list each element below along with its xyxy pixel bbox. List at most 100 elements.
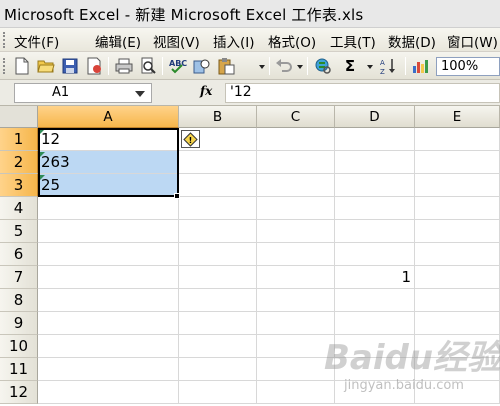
row-header-12[interactable]: 12 xyxy=(0,381,38,404)
cell-c7[interactable] xyxy=(257,266,335,289)
cell-a3[interactable]: 25 xyxy=(38,174,179,197)
cell-a12[interactable] xyxy=(38,381,179,404)
name-box-dropdown-icon[interactable] xyxy=(135,91,145,97)
cell-b2[interactable] xyxy=(179,151,257,174)
menu-view[interactable]: 视图(V) xyxy=(153,31,200,51)
cell-c1[interactable] xyxy=(257,128,335,151)
row-header-8[interactable]: 8 xyxy=(0,289,38,312)
cell-b9[interactable] xyxy=(179,312,257,335)
cell-b6[interactable] xyxy=(179,243,257,266)
cell-b3[interactable] xyxy=(179,174,257,197)
cell-d1[interactable] xyxy=(335,128,415,151)
print-preview-icon[interactable] xyxy=(138,56,158,76)
cell-e9[interactable] xyxy=(415,312,500,335)
cell-e2[interactable] xyxy=(415,151,500,174)
cell-d4[interactable] xyxy=(335,197,415,220)
paste-dropdown-icon[interactable] xyxy=(259,65,265,69)
print-icon[interactable] xyxy=(114,56,134,76)
row-header-9[interactable]: 9 xyxy=(0,312,38,335)
cell-a6[interactable] xyxy=(38,243,179,266)
row-header-5[interactable]: 5 xyxy=(0,220,38,243)
error-check-button[interactable]: ! xyxy=(181,130,200,148)
cell-e6[interactable] xyxy=(415,243,500,266)
cell-d12[interactable] xyxy=(335,381,415,404)
cell-d7[interactable]: 1 xyxy=(335,266,415,289)
column-header-e[interactable]: E xyxy=(415,106,500,128)
spelling-icon[interactable]: ABC xyxy=(168,56,188,76)
column-header-c[interactable]: C xyxy=(257,106,335,128)
cell-c2[interactable] xyxy=(257,151,335,174)
cell-a11[interactable] xyxy=(38,358,179,381)
cell-d11[interactable] xyxy=(335,358,415,381)
cell-a7[interactable] xyxy=(38,266,179,289)
cell-a10[interactable] xyxy=(38,335,179,358)
column-header-d[interactable]: D xyxy=(335,106,415,128)
menu-tools[interactable]: 工具(T) xyxy=(330,31,376,51)
cell-c8[interactable] xyxy=(257,289,335,312)
cell-c11[interactable] xyxy=(257,358,335,381)
autosum-dropdown-icon[interactable] xyxy=(367,65,373,69)
sort-ascending-icon[interactable]: AZ xyxy=(379,56,399,76)
row-header-1[interactable]: 1 xyxy=(0,128,38,151)
fill-handle[interactable] xyxy=(174,193,180,199)
cell-d6[interactable] xyxy=(335,243,415,266)
cell-b8[interactable] xyxy=(179,289,257,312)
undo-dropdown-icon[interactable] xyxy=(297,65,303,69)
cell-e1[interactable] xyxy=(415,128,500,151)
cell-c4[interactable] xyxy=(257,197,335,220)
row-header-2[interactable]: 2 xyxy=(0,151,38,174)
menu-grip-icon[interactable] xyxy=(3,32,7,48)
new-icon[interactable] xyxy=(12,56,32,76)
cell-e8[interactable] xyxy=(415,289,500,312)
cell-b10[interactable] xyxy=(179,335,257,358)
menu-file[interactable]: 文件(F) xyxy=(14,31,59,51)
cell-c5[interactable] xyxy=(257,220,335,243)
cell-a4[interactable] xyxy=(38,197,179,220)
research-icon[interactable] xyxy=(192,56,212,76)
row-header-11[interactable]: 11 xyxy=(0,358,38,381)
cell-e4[interactable] xyxy=(415,197,500,220)
cell-e11[interactable] xyxy=(415,358,500,381)
chart-wizard-icon[interactable] xyxy=(411,56,431,76)
cell-e10[interactable] xyxy=(415,335,500,358)
cell-d8[interactable] xyxy=(335,289,415,312)
autosum-icon[interactable]: Σ xyxy=(340,56,360,76)
menu-insert[interactable]: 插入(I) xyxy=(213,31,255,51)
cell-d3[interactable] xyxy=(335,174,415,197)
save-icon[interactable] xyxy=(60,56,80,76)
open-icon[interactable] xyxy=(36,56,56,76)
row-header-3[interactable]: 3 xyxy=(0,174,38,197)
formula-input[interactable]: '12 xyxy=(225,83,500,103)
cell-d5[interactable] xyxy=(335,220,415,243)
menu-data[interactable]: 数据(D) xyxy=(388,31,436,51)
row-header-7[interactable]: 7 xyxy=(0,266,38,289)
column-header-b[interactable]: B xyxy=(179,106,257,128)
undo-icon[interactable] xyxy=(274,56,294,76)
cell-e12[interactable] xyxy=(415,381,500,404)
cell-c12[interactable] xyxy=(257,381,335,404)
cell-d9[interactable] xyxy=(335,312,415,335)
cell-e7[interactable] xyxy=(415,266,500,289)
cell-b5[interactable] xyxy=(179,220,257,243)
permission-icon[interactable] xyxy=(84,56,104,76)
cell-b7[interactable] xyxy=(179,266,257,289)
cell-a8[interactable] xyxy=(38,289,179,312)
zoom-input[interactable]: 100% xyxy=(436,57,500,76)
row-header-6[interactable]: 6 xyxy=(0,243,38,266)
column-header-a[interactable]: A xyxy=(38,106,179,128)
cell-a1[interactable]: 12 xyxy=(38,128,179,151)
cell-d2[interactable] xyxy=(335,151,415,174)
cell-a9[interactable] xyxy=(38,312,179,335)
cell-a5[interactable] xyxy=(38,220,179,243)
cell-e3[interactable] xyxy=(415,174,500,197)
insert-function-icon[interactable]: fx xyxy=(200,84,212,98)
name-box[interactable]: A1 xyxy=(14,83,152,103)
cell-a2[interactable]: 263 xyxy=(38,151,179,174)
cell-c3[interactable] xyxy=(257,174,335,197)
select-all-corner[interactable] xyxy=(0,106,38,128)
menu-edit[interactable]: 编辑(E) xyxy=(95,31,141,51)
menu-window[interactable]: 窗口(W) xyxy=(447,31,498,51)
cell-d10[interactable] xyxy=(335,335,415,358)
cell-c6[interactable] xyxy=(257,243,335,266)
cell-c9[interactable] xyxy=(257,312,335,335)
